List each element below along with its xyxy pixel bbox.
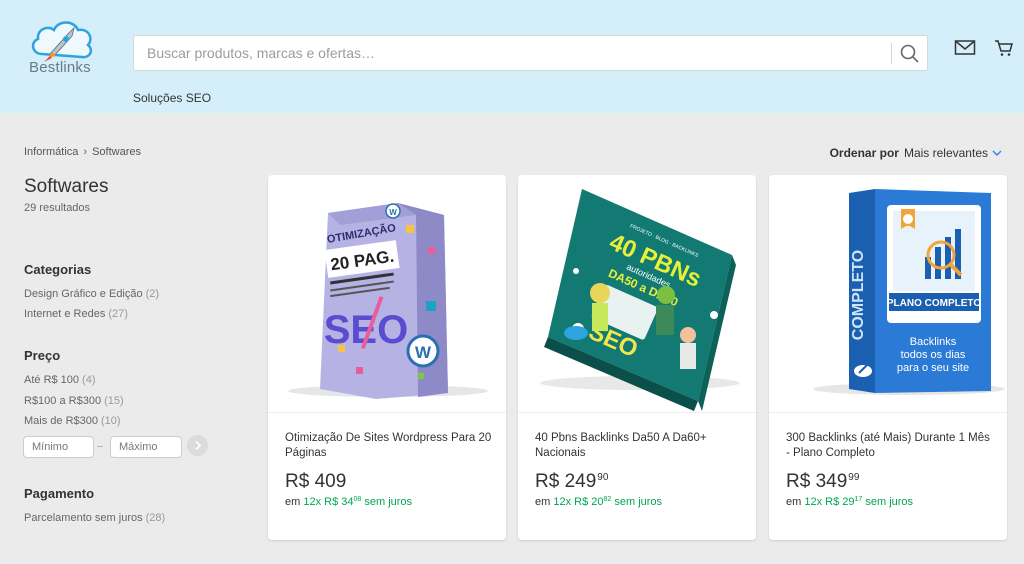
filter-item-label: Internet e Redes <box>24 308 106 320</box>
search-icon[interactable] <box>898 42 922 66</box>
chevron-right-circle-icon[interactable] <box>187 435 208 456</box>
inst-amount: 12x R$ 3408 sem juros <box>303 496 412 508</box>
inst-amount: 12x R$ 2917 sem juros <box>804 496 913 508</box>
product-card[interactable]: W OTIMIZAÇÃO 20 PAG. SEO W Otimização De… <box>268 175 506 540</box>
price-cents: 90 <box>597 472 609 483</box>
product-image[interactable]: PROJETO · BLOG · BACKLINKS 40 PBNs autor… <box>518 175 756 411</box>
inst-amount-int: 12x R$ 29 <box>804 496 855 508</box>
card-divider <box>268 412 506 413</box>
filter-item-count: (10) <box>101 415 121 427</box>
box-text-l2: todos os dias <box>901 349 966 361</box>
product-title[interactable]: 40 Pbns Backlinks Da50 A Da60+ Nacionais <box>535 431 743 461</box>
filter-item-count: (28) <box>145 512 166 524</box>
box-text-l3: para o seu site <box>897 362 969 374</box>
product-card[interactable]: COMPLETO PLANO COMPLETO Backlinks todos … <box>769 175 1007 540</box>
svg-text:W: W <box>389 208 397 217</box>
sort-dropdown[interactable]: Mais relevantes <box>904 146 988 160</box>
filter-item-label: R$100 a R$300 <box>24 395 102 407</box>
svg-text:W: W <box>415 343 432 362</box>
mail-icon[interactable] <box>954 39 976 57</box>
inst-prefix: em <box>786 496 802 508</box>
filter-item-label: Parcelamento sem juros <box>24 512 143 524</box>
sort-label: Ordenar por <box>829 146 899 160</box>
logo-text[interactable]: Bestlinks <box>29 59 91 76</box>
inst-amount-int: 12x R$ 34 <box>303 496 354 508</box>
inst-suffix: sem juros <box>614 496 663 508</box>
product-image[interactable]: W OTIMIZAÇÃO 20 PAG. SEO W <box>268 175 506 411</box>
product-installments: em 12x R$ 3408 sem juros <box>285 496 412 508</box>
filter-item-count: (2) <box>145 288 160 300</box>
box-text-side: COMPLETO <box>850 250 867 340</box>
inst-amount-int: 12x R$ 20 <box>553 496 604 508</box>
filter-item-internet-redes[interactable]: Internet e Redes (27) <box>24 308 128 320</box>
price-max-input[interactable] <box>110 436 182 458</box>
search-bar <box>133 35 928 71</box>
inst-cents: 17 <box>854 496 863 503</box>
filter-item-design-grafico[interactable]: Design Gráfico e Edição (2) <box>24 288 159 300</box>
price-cents: 99 <box>848 472 860 483</box>
nav-link-solucoes-seo[interactable]: Soluções SEO <box>133 91 211 105</box>
chevron-right-icon: › <box>83 146 88 158</box>
filter-item-count: (4) <box>82 374 96 386</box>
product-price: R$ 24990 <box>535 471 608 493</box>
product-image[interactable]: COMPLETO PLANO COMPLETO Backlinks todos … <box>769 175 1007 411</box>
card-divider <box>769 412 1007 413</box>
cart-icon[interactable] <box>994 38 1014 58</box>
box-text-main: PLANO COMPLETO <box>887 298 981 309</box>
filter-title-preco: Preço <box>24 348 61 363</box>
product-title[interactable]: 300 Backlinks (até Mais) Durante 1 Mês -… <box>786 431 994 461</box>
box-text-l1: Backlinks <box>910 336 957 348</box>
filter-item-label: Até R$ 100 <box>24 374 80 386</box>
inst-prefix: em <box>535 496 551 508</box>
inst-amount: 12x R$ 2082 sem juros <box>553 496 662 508</box>
filter-item-parcelamento[interactable]: Parcelamento sem juros (28) <box>24 512 165 524</box>
page-title: Softwares <box>24 176 109 197</box>
filter-title-pagamento: Pagamento <box>24 486 95 501</box>
breadcrumb-item-informatica[interactable]: Informática <box>24 146 78 158</box>
filter-title-categorias: Categorias <box>24 262 92 277</box>
product-card[interactable]: PROJETO · BLOG · BACKLINKS 40 PBNs autor… <box>518 175 756 540</box>
filter-item-mais-300[interactable]: Mais de R$300 (10) <box>24 415 121 427</box>
results-count: 29 resultados <box>24 202 91 214</box>
filter-item-100-300[interactable]: R$100 a R$300 (15) <box>24 395 124 407</box>
price-int: R$ 409 <box>285 471 347 492</box>
filter-item-label: Design Gráfico e Edição <box>24 288 143 300</box>
product-price: R$ 409 <box>285 471 347 493</box>
inst-cents: 08 <box>353 496 362 503</box>
filter-item-label: Mais de R$300 <box>24 415 98 427</box>
search-input[interactable] <box>134 36 890 70</box>
chevron-down-icon[interactable] <box>992 150 1002 157</box>
search-divider <box>891 43 892 64</box>
sort-control: Ordenar por Mais relevantes <box>830 146 1002 160</box>
price-min-input[interactable] <box>23 436 94 458</box>
product-price: R$ 34999 <box>786 471 859 493</box>
inst-prefix: em <box>285 496 301 508</box>
product-title[interactable]: Otimização De Sites Wordpress Para 20 Pá… <box>285 431 493 461</box>
price-int: R$ 349 <box>786 471 848 492</box>
card-divider <box>518 412 756 413</box>
filter-item-count: (15) <box>104 395 124 407</box>
filter-item-count: (27) <box>108 308 128 320</box>
inst-suffix: sem juros <box>364 496 413 508</box>
filter-item-ate-100[interactable]: Até R$ 100 (4) <box>24 374 96 386</box>
box-text-seo: SEO <box>324 308 408 352</box>
inst-suffix: sem juros <box>865 496 914 508</box>
product-installments: em 12x R$ 2917 sem juros <box>786 496 913 508</box>
breadcrumb: Informática › Softwares <box>24 146 141 158</box>
breadcrumb-item-softwares[interactable]: Softwares <box>92 146 141 158</box>
price-int: R$ 249 <box>535 471 597 492</box>
header: Bestlinks Soluções SEO <box>0 0 1024 113</box>
product-installments: em 12x R$ 2082 sem juros <box>535 496 662 508</box>
inst-cents: 82 <box>603 496 612 503</box>
price-dash: – <box>97 441 103 452</box>
